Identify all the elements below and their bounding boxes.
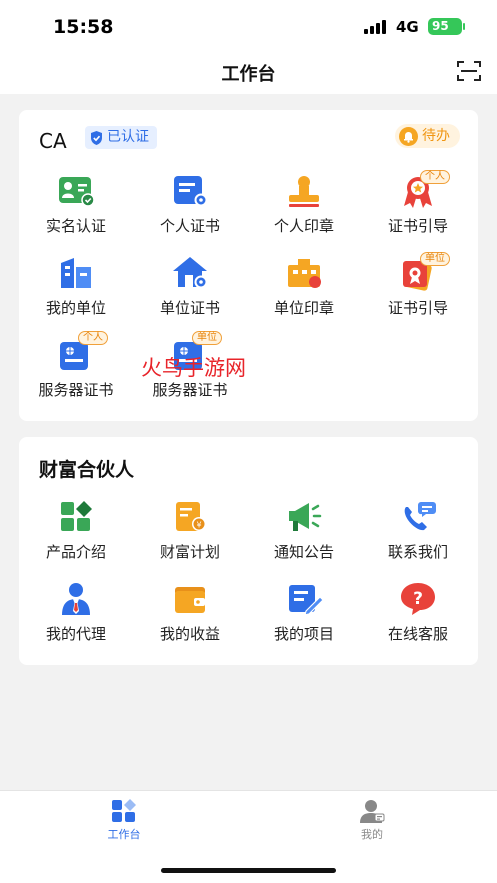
unit-stamp-icon <box>288 259 321 288</box>
grid-item-my-unit[interactable]: 我的单位 <box>24 255 124 325</box>
nav-bar: 工作台 <box>0 52 497 94</box>
grid-item-label: 财富计划 <box>159 543 220 561</box>
id-card-icon <box>59 177 95 207</box>
todo-button[interactable]: 待办 <box>395 124 460 148</box>
network-label: 4G <box>396 18 419 36</box>
tag-unit: 单位 <box>192 331 222 345</box>
status-bar: 15:58 4G 95 <box>0 0 497 52</box>
certificate-icon <box>174 176 208 207</box>
megaphone-icon <box>289 503 322 531</box>
ca-card: CA 已认证 待办 实名认证 个人证书 个人印章 个人 证书引导 我的单位 单位… <box>19 110 478 421</box>
partner-card: 财富合伙人 产品介绍 ¥ 财富计划 通知公告 联系我们 我的代理 我的收益 我的… <box>19 437 478 665</box>
grid-item-label: 服务器证书 <box>152 381 228 399</box>
tab-mine[interactable]: 我的 <box>342 799 402 842</box>
building-icon <box>61 258 91 288</box>
grid-item-product-intro[interactable]: 产品介绍 <box>24 499 124 569</box>
tag-personal: 个人 <box>420 170 450 184</box>
grid-item-contact[interactable]: 联系我们 <box>366 499 466 569</box>
watermark: 火鸟手游网 <box>141 356 246 380</box>
grid-item-label: 通知公告 <box>273 543 334 561</box>
tag-personal: 个人 <box>78 331 108 345</box>
wealth-plan-icon: ¥ <box>176 502 206 531</box>
grid-item-label: 我的收益 <box>159 625 220 643</box>
grid-item-cert-guide-unit[interactable]: 单位 证书引导 <box>366 252 466 325</box>
scan-icon[interactable] <box>457 60 481 82</box>
tab-workbench[interactable]: 工作台 <box>94 799 154 842</box>
grid-item-label: 产品介绍 <box>45 543 106 561</box>
house-cert-icon <box>173 257 208 289</box>
grid-item-label: 单位印章 <box>273 299 334 317</box>
grid-item-real-name[interactable]: 实名认证 <box>24 173 124 243</box>
grid-item-label: 在线客服 <box>387 625 448 643</box>
home-indicator <box>161 868 336 873</box>
wallet-icon <box>175 587 205 613</box>
grid-item-my-agent[interactable]: 我的代理 <box>24 581 124 651</box>
grid-item-label: 我的项目 <box>273 625 334 643</box>
battery-icon: 95 <box>428 18 465 35</box>
product-grid-icon <box>61 501 92 531</box>
agent-person-icon <box>62 583 90 615</box>
grid-item-notice[interactable]: 通知公告 <box>252 499 352 569</box>
grid-item-wealth-plan[interactable]: ¥ 财富计划 <box>138 499 238 569</box>
grid-item-label: 个人证书 <box>159 217 220 235</box>
grid-item-server-cert-personal[interactable]: 个人 服务器证书 <box>24 331 124 407</box>
grid-item-label: 联系我们 <box>387 543 448 561</box>
project-edit-icon <box>289 585 324 616</box>
tab-mine-label: 我的 <box>361 828 383 841</box>
ca-title: CA <box>39 129 67 153</box>
verified-label: 已认证 <box>107 129 149 145</box>
svg-text:¥: ¥ <box>196 521 201 530</box>
grid-item-my-projects[interactable]: 我的项目 <box>252 581 352 651</box>
page-title: 工作台 <box>221 64 276 85</box>
grid-item-online-service[interactable]: ? 在线客服 <box>366 581 466 651</box>
shield-check-icon <box>91 130 102 145</box>
grid-item-label: 证书引导 <box>387 299 448 317</box>
status-time: 15:58 <box>53 16 114 38</box>
grid-item-cert-guide-personal[interactable]: 个人 证书引导 <box>366 170 466 243</box>
svg-text:?: ? <box>413 589 423 609</box>
grid-item-my-earnings[interactable]: 我的收益 <box>138 581 238 651</box>
grid-item-label: 单位证书 <box>159 299 220 317</box>
grid-item-unit-cert[interactable]: 单位证书 <box>138 255 238 325</box>
grid-item-label: 我的单位 <box>45 299 106 317</box>
workbench-icon <box>112 799 136 822</box>
battery-level: 95 <box>432 19 449 33</box>
phone-chat-icon <box>404 502 436 531</box>
grid-item-label: 个人印章 <box>273 217 334 235</box>
tag-unit: 单位 <box>420 252 450 266</box>
grid-item-label: 服务器证书 <box>38 381 114 399</box>
grid-item-label: 实名认证 <box>45 217 106 235</box>
grid-item-unit-seal[interactable]: 单位印章 <box>252 255 352 325</box>
grid-item-personal-cert[interactable]: 个人证书 <box>138 173 238 243</box>
bell-icon <box>399 126 418 146</box>
todo-label: 待办 <box>422 128 450 144</box>
tab-workbench-label: 工作台 <box>107 828 141 841</box>
verified-badge: 已认证 <box>85 126 157 149</box>
grid-item-label: 我的代理 <box>45 625 106 643</box>
user-icon <box>360 800 385 823</box>
grid-item-personal-seal[interactable]: 个人印章 <box>252 173 352 243</box>
signal-icon <box>364 20 390 34</box>
grid-item-label: 证书引导 <box>387 217 448 235</box>
stamp-icon <box>289 176 319 207</box>
help-chat-icon: ? <box>401 583 435 615</box>
partner-title: 财富合伙人 <box>39 459 135 481</box>
